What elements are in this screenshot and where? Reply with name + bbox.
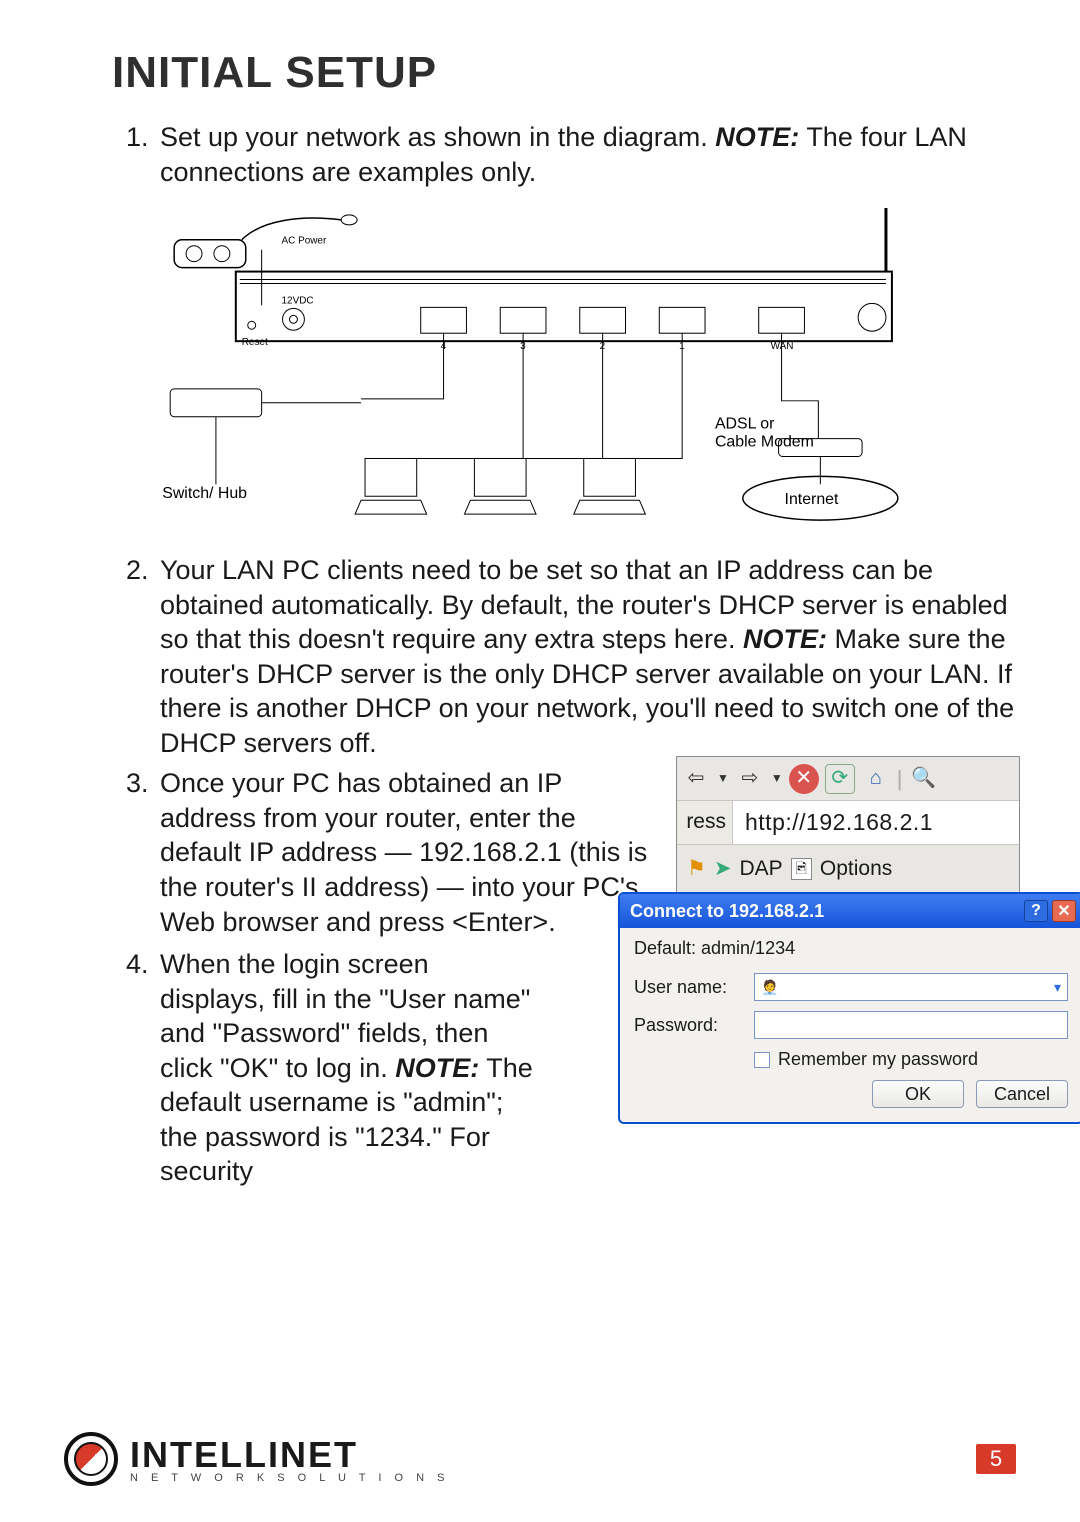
remember-checkbox[interactable] xyxy=(754,1052,770,1068)
remember-label: Remember my password xyxy=(778,1049,978,1070)
note-label: NOTE: xyxy=(743,624,827,654)
home-icon[interactable]: ⌂ xyxy=(861,764,891,794)
dialog-titlebar: Connect to 192.168.2.1 ? ✕ xyxy=(620,894,1080,928)
step-1-text-a: Set up your network as shown in the diag… xyxy=(160,122,715,152)
login-dialog: Connect to 192.168.2.1 ? ✕ Default: admi… xyxy=(618,892,1080,1124)
step-number: 2. xyxy=(126,553,149,588)
search-icon[interactable]: 🔍 xyxy=(909,764,939,794)
refresh-icon[interactable]: ⟳ xyxy=(825,764,855,794)
label-modem-2: Cable Modem xyxy=(715,434,814,451)
dropdown-arrow-icon[interactable]: ▼ xyxy=(771,771,783,786)
label-switch-hub: Switch/ Hub xyxy=(162,485,247,502)
dap-arrow-icon: ➤ xyxy=(714,856,732,883)
page-footer: INTELLINET N E T W O R K S O L U T I O N… xyxy=(64,1432,1016,1486)
username-field[interactable]: 🧑‍💼 ▾ xyxy=(754,973,1068,1001)
cancel-button[interactable]: Cancel xyxy=(976,1080,1068,1108)
step-2: 2. Your LAN PC clients need to be set so… xyxy=(160,553,1016,760)
note-label: NOTE: xyxy=(395,1053,479,1083)
label-reset: Reset xyxy=(242,337,268,348)
close-button[interactable]: ✕ xyxy=(1052,900,1076,922)
key-icon: 🧑‍💼 xyxy=(761,979,778,996)
ok-button[interactable]: OK xyxy=(872,1080,964,1108)
forward-icon[interactable]: ⇨ xyxy=(735,764,765,794)
label-ac-power: AC Power xyxy=(282,236,327,247)
note-label: NOTE: xyxy=(715,122,799,152)
username-label: User name: xyxy=(634,977,754,998)
password-field[interactable] xyxy=(754,1011,1068,1039)
step-3-text: Once your PC has obtained an IP address … xyxy=(160,768,647,936)
dropdown-arrow-icon[interactable]: ▼ xyxy=(717,771,729,786)
network-diagram: AC Power 12VDC Reset xyxy=(160,199,920,539)
logo-mark-icon xyxy=(64,1432,118,1486)
address-label-fragment: ress xyxy=(677,801,733,844)
brand-tagline: N E T W O R K S O L U T I O N S xyxy=(130,1472,449,1484)
address-bar[interactable]: http://192.168.2.1 xyxy=(733,801,1019,844)
help-button[interactable]: ? xyxy=(1024,900,1048,922)
step-number: 3. xyxy=(126,766,149,801)
dap-label[interactable]: DAP xyxy=(739,856,782,883)
dialog-title: Connect to 192.168.2.1 xyxy=(630,901,824,922)
label-12vdc: 12VDC xyxy=(282,295,314,306)
options-icon[interactable]: 🖻 xyxy=(791,858,812,880)
step-number: 4. xyxy=(126,947,149,982)
step-1: 1. Set up your network as shown in the d… xyxy=(160,120,1016,539)
browser-toolbar-screenshot: ⇦ ▼ ⇨ ▼ ✕ ⟳ ⌂ | 🔍 ress http://192.168.2.… xyxy=(676,756,1020,894)
brand-name: INTELLINET xyxy=(130,1434,358,1475)
label-modem-1: ADSL or xyxy=(715,416,775,433)
dap-icon[interactable]: ⚑ xyxy=(687,856,706,883)
brand-logo: INTELLINET N E T W O R K S O L U T I O N… xyxy=(64,1432,449,1486)
page-heading: INITIAL SETUP xyxy=(112,48,1016,98)
options-label[interactable]: Options xyxy=(820,856,892,883)
step-number: 1. xyxy=(126,120,149,155)
login-hint: Default: admin/1234 xyxy=(634,938,1068,959)
page-number: 5 xyxy=(976,1444,1016,1474)
label-internet: Internet xyxy=(785,491,839,508)
password-label: Password: xyxy=(634,1015,754,1036)
stop-icon[interactable]: ✕ xyxy=(789,764,819,794)
back-icon[interactable]: ⇦ xyxy=(681,764,711,794)
chevron-down-icon[interactable]: ▾ xyxy=(1054,979,1061,996)
